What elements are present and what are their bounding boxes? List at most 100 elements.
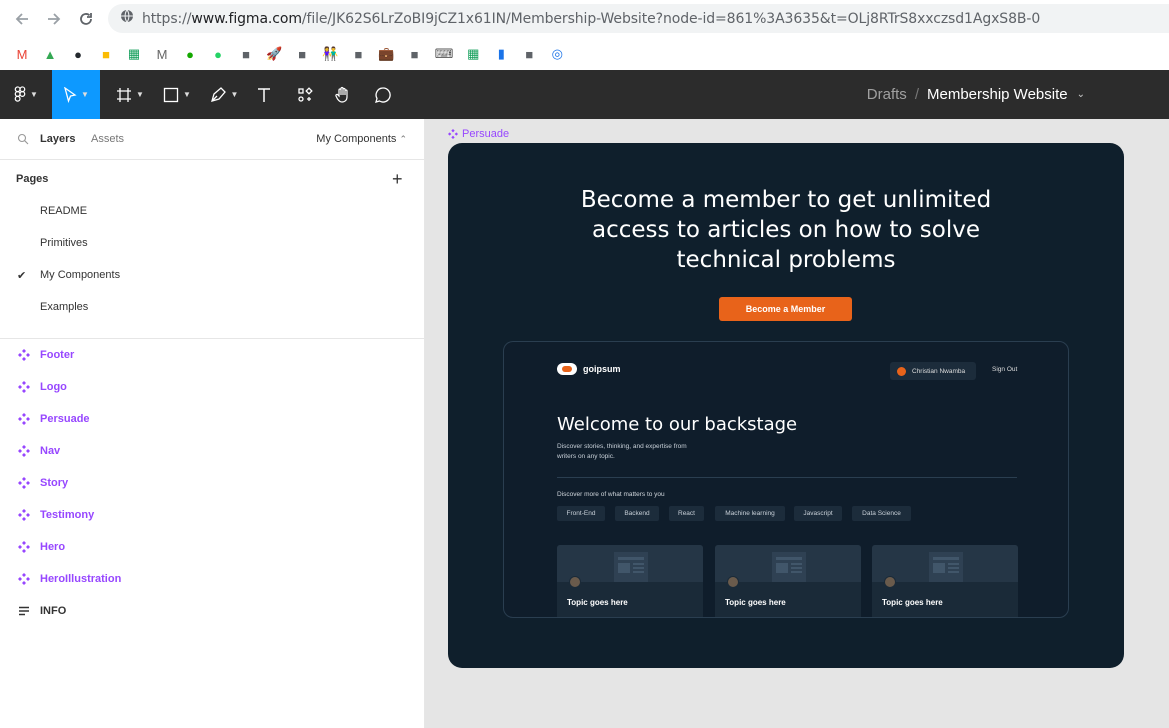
file-title[interactable]: Membership Website xyxy=(927,86,1068,103)
topic-chip[interactable]: React xyxy=(669,506,704,521)
layer-label: Nav xyxy=(40,445,61,457)
chevron-down-icon: ▼ xyxy=(136,90,144,99)
layer-heroillustration[interactable]: HeroIllustration xyxy=(0,563,424,595)
sheets-icon[interactable]: ▦ xyxy=(126,44,142,64)
page-item-examples[interactable]: Examples xyxy=(0,291,424,323)
avatar xyxy=(569,576,581,588)
pages-heading: Pages xyxy=(16,173,49,185)
gmail-icon[interactable]: M xyxy=(14,44,30,64)
page-item-primitives[interactable]: Primitives xyxy=(0,227,424,259)
pen-icon xyxy=(210,87,226,102)
article-placeholder-icon xyxy=(772,552,806,582)
frame-label[interactable]: Persuade xyxy=(448,128,509,140)
heading-line: technical problems xyxy=(676,247,896,273)
folder-icon[interactable]: ■ xyxy=(238,44,254,64)
page-label: README xyxy=(40,205,88,217)
text-lines-icon xyxy=(19,606,29,616)
breadcrumb-drafts[interactable]: Drafts xyxy=(867,86,907,103)
layer-testimony[interactable]: Testimony xyxy=(0,499,424,531)
spiral-icon[interactable]: ◎ xyxy=(549,44,565,64)
github-icon[interactable]: ● xyxy=(70,44,86,64)
folder-icon[interactable]: ■ xyxy=(521,44,537,64)
component-icon xyxy=(18,509,30,521)
cursor-icon xyxy=(64,86,77,103)
chart-icon[interactable]: ▮ xyxy=(493,44,509,64)
layer-nav[interactable]: Nav xyxy=(0,435,424,467)
comment-tool-button[interactable] xyxy=(370,70,396,119)
become-member-button[interactable]: Become a Member xyxy=(719,297,852,321)
keep-icon[interactable]: ■ xyxy=(98,44,114,64)
article-placeholder-icon xyxy=(929,552,963,582)
layer-story[interactable]: Story xyxy=(0,467,424,499)
pen-tool-button[interactable]: ▼ xyxy=(204,70,244,119)
folder-icon[interactable]: ■ xyxy=(350,44,366,64)
site-info-icon[interactable] xyxy=(120,9,134,28)
canvas[interactable]: Persuade Become a member to get unlimite… xyxy=(425,119,1169,728)
card-title: Topic goes here xyxy=(725,598,786,607)
story-card[interactable]: Topic goes here xyxy=(872,545,1018,617)
layer-label: Footer xyxy=(40,349,75,361)
gmail-bookmark-icon[interactable]: M xyxy=(154,44,170,64)
people-icon[interactable]: 👫 xyxy=(322,44,338,64)
folder-icon[interactable]: ■ xyxy=(294,44,310,64)
frame-tool-button[interactable]: ▼ xyxy=(110,70,150,119)
topic-chip[interactable]: Machine learning xyxy=(715,506,785,521)
text-tool-button[interactable] xyxy=(251,70,277,119)
resources-icon xyxy=(298,86,313,102)
sheets-icon[interactable]: ▦ xyxy=(465,44,481,64)
main-menu-button[interactable]: ▼ xyxy=(0,70,52,119)
upwork-icon[interactable]: ● xyxy=(182,44,198,64)
add-page-icon[interactable]: + xyxy=(392,169,403,190)
rocket-icon[interactable]: 🚀 xyxy=(266,44,282,64)
tab-layers[interactable]: Layers xyxy=(40,133,75,145)
page-label: Primitives xyxy=(40,237,88,249)
keyboard-icon[interactable]: ⌨ xyxy=(435,44,454,64)
layer-logo[interactable]: Logo xyxy=(0,371,424,403)
chevron-up-icon: ⌃ xyxy=(399,134,407,144)
figma-toolbar: ▼ ▼ ▼ ▼ ▼ Drafts / Membership Website ⌄ xyxy=(0,70,1169,119)
layer-label: Testimony xyxy=(40,509,95,521)
user-chip[interactable]: Christian Nwamba xyxy=(890,362,976,380)
layer-label: Logo xyxy=(40,381,67,393)
forward-icon[interactable] xyxy=(43,8,65,30)
component-icon xyxy=(448,129,458,139)
briefcase-icon[interactable]: 💼 xyxy=(378,44,394,64)
story-card[interactable]: Topic goes here xyxy=(557,545,703,617)
layer-info[interactable]: INFO xyxy=(0,595,424,627)
layer-hero[interactable]: Hero xyxy=(0,531,424,563)
checkmark-icon: ✔ xyxy=(17,270,27,282)
topic-chip[interactable]: Data Science xyxy=(852,506,911,521)
persuade-frame[interactable]: Become a member to get unlimited access … xyxy=(448,143,1124,668)
chevron-down-icon[interactable]: ⌄ xyxy=(1077,89,1085,100)
article-placeholder-icon xyxy=(614,552,648,582)
hand-tool-button[interactable] xyxy=(330,70,356,119)
resources-button[interactable] xyxy=(292,70,318,119)
page-selector[interactable]: My Components ⌃ xyxy=(316,133,407,145)
page-item-readme[interactable]: README xyxy=(0,195,424,227)
search-icon[interactable] xyxy=(17,133,29,145)
layer-persuade[interactable]: Persuade xyxy=(0,403,424,435)
shape-tool-button[interactable]: ▼ xyxy=(157,70,197,119)
whatsapp-icon[interactable]: ● xyxy=(210,44,226,64)
chevron-down-icon: ▼ xyxy=(81,90,89,99)
welcome-heading: Welcome to our backstage xyxy=(557,414,798,435)
back-icon[interactable] xyxy=(11,8,33,30)
google-drive-icon[interactable]: ▲ xyxy=(42,44,58,64)
frame-icon xyxy=(117,87,132,102)
sign-out-link[interactable]: Sign Out xyxy=(992,366,1017,373)
tab-assets[interactable]: Assets xyxy=(91,133,124,145)
card-title: Topic goes here xyxy=(882,598,943,607)
topic-chip[interactable]: Javascript xyxy=(794,506,842,521)
story-card[interactable]: Topic goes here xyxy=(715,545,861,617)
reload-icon[interactable] xyxy=(75,8,97,30)
layer-footer[interactable]: Footer xyxy=(0,339,424,371)
topic-chip[interactable]: Front-End xyxy=(557,506,605,521)
text-icon xyxy=(258,87,270,102)
folder-icon[interactable]: ■ xyxy=(407,44,423,64)
move-tool-button[interactable]: ▼ xyxy=(52,70,100,119)
url-bar[interactable]: https://www.figma.com/file/JK62S6LrZoBI9… xyxy=(108,4,1169,33)
topic-chip[interactable]: Backend xyxy=(615,506,659,521)
heading-line: access to articles on how to solve xyxy=(592,217,980,243)
avatar xyxy=(897,366,906,376)
page-item-my-components[interactable]: ✔ My Components xyxy=(0,259,424,291)
